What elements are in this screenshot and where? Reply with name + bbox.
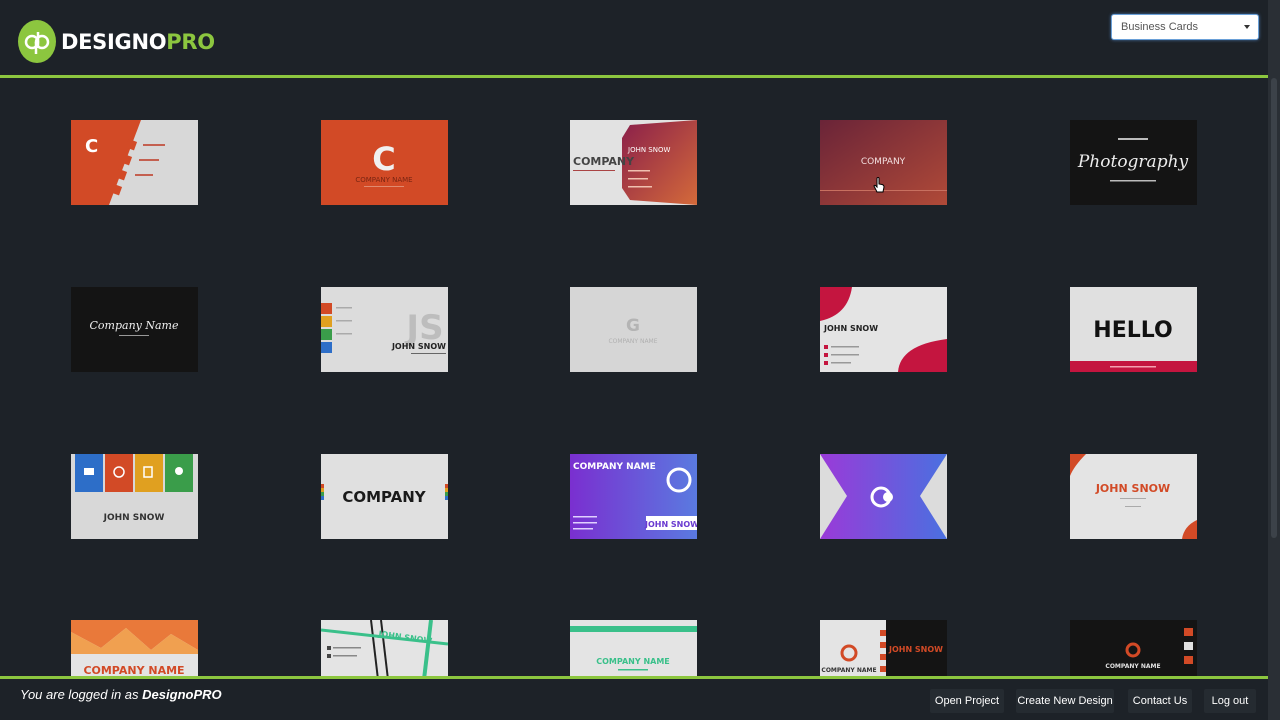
open-project-button[interactable]: Open Project <box>930 689 1004 713</box>
card-title: Photography <box>1077 152 1189 172</box>
template-card-purple-chevron-logo[interactable] <box>820 454 947 539</box>
card-title: COMPANY <box>573 155 635 168</box>
card-subtext: JOHN SNOW <box>627 146 670 154</box>
card-subtext: JOHN SNOW <box>888 645 943 654</box>
template-card-company-john-snow-gradient[interactable]: COMPANY JOHN SNOW <box>570 120 697 205</box>
template-card-js-john-snow[interactable]: JS JOHN SNOW <box>321 287 448 372</box>
chevron-down-icon <box>1244 25 1250 29</box>
log-out-button[interactable]: Log out <box>1204 689 1256 713</box>
footer-divider <box>0 676 1268 679</box>
designopro-logo[interactable]: DESIGNOPRO <box>18 20 215 63</box>
card-subtext: COMPANY NAME <box>608 338 657 345</box>
card-title: Company Name <box>90 319 179 332</box>
template-card-john-snow-green-lines[interactable]: JOHN SNOW <box>321 620 448 676</box>
card-letter: C <box>85 136 98 157</box>
template-card-photography-dark[interactable]: Photography <box>1070 120 1197 205</box>
card-title: COMPANY <box>861 157 906 167</box>
template-card-hello-red-bar[interactable]: HELLO <box>1070 287 1197 372</box>
template-card-company-name-orange-mountains[interactable]: COMPANY NAME <box>71 620 198 676</box>
template-card-john-snow-red-blob[interactable]: JOHN SNOW <box>820 287 947 372</box>
category-select[interactable]: Business Cards <box>1111 14 1259 40</box>
template-card-c-orange-diagonal[interactable]: C <box>71 120 198 205</box>
card-title: JOHN SNOW <box>103 513 165 523</box>
template-card-company-multicolor[interactable]: COMPANY <box>321 454 448 539</box>
app-header: DESIGNOPRO Business Cards <box>0 0 1268 76</box>
template-card-company-name-john-snow-dark[interactable]: COMPANY NAME JOHN SNOW <box>820 620 947 676</box>
login-username: DesignoPRO <box>142 687 222 702</box>
card-title: JOHN SNOW <box>823 324 878 333</box>
template-card-company-name-teal[interactable]: COMPANY NAME <box>570 620 697 676</box>
card-title: JOHN SNOW <box>1095 482 1170 495</box>
template-grid: C C COMPANY NAME COMPANY JOHN SNOW COMPA… <box>0 78 1268 676</box>
template-card-john-snow-orange-corners[interactable]: JOHN SNOW <box>1070 454 1197 539</box>
card-subtext: JOHN SNOW <box>644 520 697 529</box>
category-select-value: Business Cards <box>1121 21 1199 33</box>
scrollbar-thumb[interactable] <box>1271 78 1277 538</box>
template-card-company-name-orange[interactable]: C COMPANY NAME <box>321 120 448 205</box>
card-letter: C <box>372 140 395 178</box>
template-card-company-name-purple[interactable]: COMPANY NAME JOHN SNOW <box>570 454 697 539</box>
card-title: COMPANY NAME <box>573 462 656 472</box>
card-subtext: JOHN SNOW <box>391 342 446 351</box>
dp-logo-icon <box>18 20 56 63</box>
card-title: COMPANY NAME <box>821 667 876 674</box>
card-title: COMPANY NAME <box>83 664 184 676</box>
card-title: HELLO <box>1093 318 1172 343</box>
card-title: COMPANY NAME <box>1105 663 1160 670</box>
card-title: COMPANY <box>342 488 426 506</box>
template-card-company-name-script-dark[interactable]: Company Name <box>71 287 198 372</box>
logo-text: DESIGNOPRO <box>61 29 215 54</box>
template-card-company-name-dark-orange[interactable]: COMPANY NAME <box>1070 620 1197 676</box>
card-subtext: COMPANY NAME <box>355 176 412 184</box>
card-title: COMPANY NAME <box>596 657 670 666</box>
template-card-g-company-name[interactable]: G COMPANY NAME <box>570 287 697 372</box>
login-status: You are logged in as DesignoPRO <box>20 687 222 702</box>
create-new-design-button[interactable]: Create New Design <box>1016 689 1114 713</box>
contact-us-button[interactable]: Contact Us <box>1128 689 1192 713</box>
template-card-john-snow-tiles[interactable]: JOHN SNOW <box>71 454 198 539</box>
page-scrollbar[interactable] <box>1268 0 1280 720</box>
card-letter: G <box>626 316 640 336</box>
mouse-cursor-icon <box>873 177 885 198</box>
login-status-prefix: You are logged in as <box>20 687 139 702</box>
